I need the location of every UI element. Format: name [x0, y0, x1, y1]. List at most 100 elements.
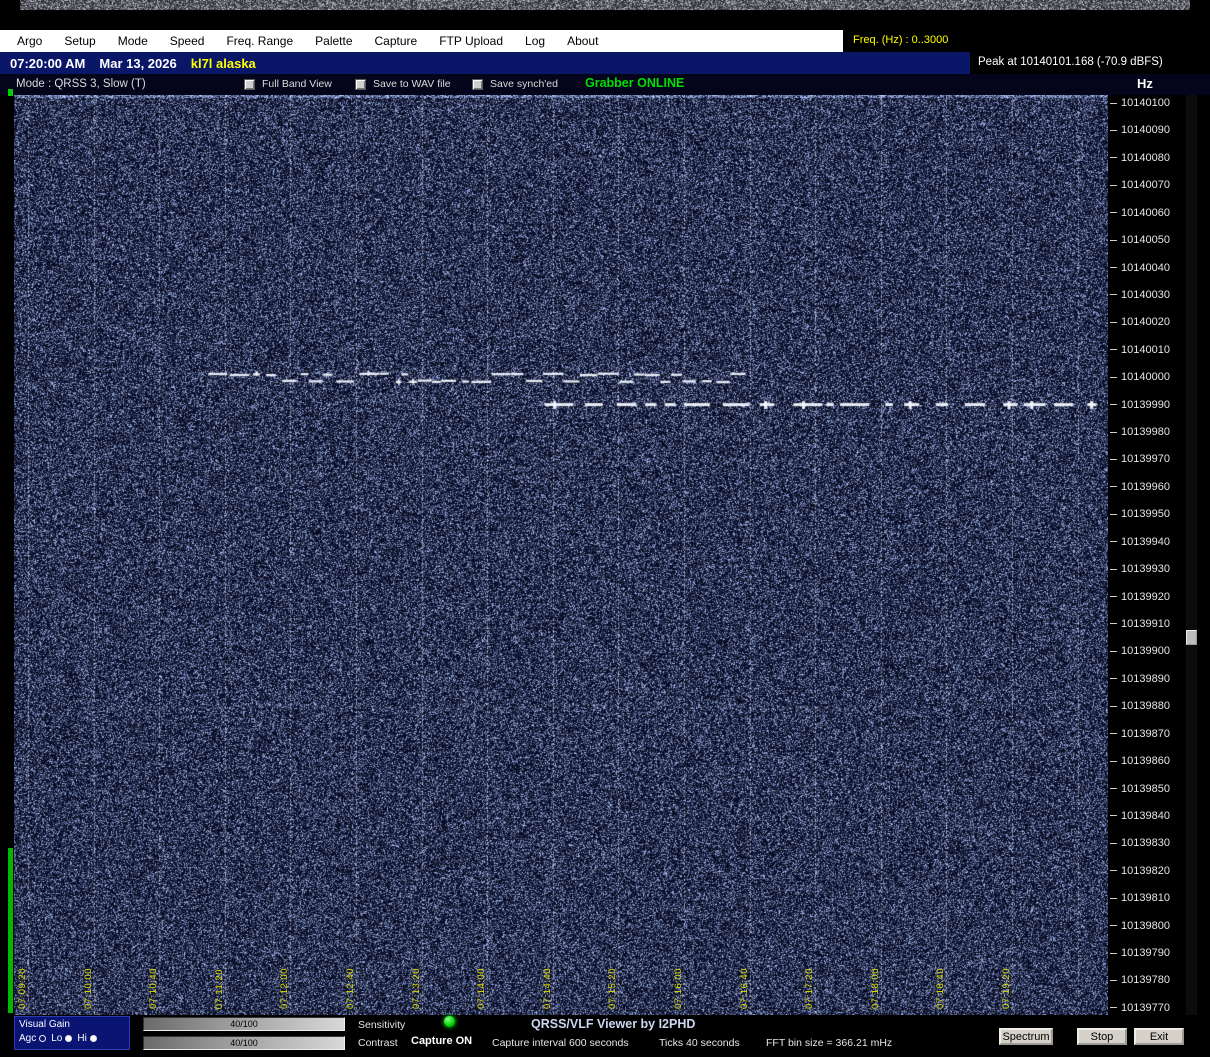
contrast-slider[interactable]: 40/100	[143, 1036, 345, 1050]
freq-tick-mark	[1110, 979, 1117, 981]
menu-speed[interactable]: Speed	[159, 34, 216, 48]
freq-label: 10139990	[1121, 398, 1170, 411]
stop-button[interactable]: Stop	[1077, 1028, 1127, 1045]
freq-tick-mark	[1110, 842, 1117, 844]
freq-tick-mark	[1110, 513, 1117, 515]
menu-setup[interactable]: Setup	[53, 34, 106, 48]
sensitivity-label: Sensitivity	[358, 1019, 406, 1031]
freq-label: 10140060	[1121, 206, 1170, 219]
save-wav-checkbox[interactable]: Save to WAV file	[355, 78, 451, 90]
freq-scale-row: 10139910	[1110, 618, 1170, 630]
agc-label: Agc	[19, 1033, 37, 1044]
freq-label: 10139810	[1121, 892, 1170, 905]
freq-tick-mark	[1110, 952, 1117, 954]
freq-label: 10140080	[1121, 151, 1170, 164]
lo-radio[interactable]: Lo	[51, 1033, 73, 1044]
freq-tick-mark	[1110, 431, 1117, 433]
freq-range-indicator: Freq. (Hz) : 0..3000	[853, 34, 949, 46]
freq-label: 10139900	[1121, 645, 1170, 658]
radio-icon[interactable]	[65, 1035, 73, 1042]
full-band-view-checkbox[interactable]: Full Band View	[244, 78, 332, 90]
freq-scale-row: 10139850	[1110, 783, 1170, 795]
freq-scale-row: 10139900	[1110, 645, 1170, 657]
freq-scale-row: 10139960	[1110, 481, 1170, 493]
menu-ftp-upload[interactable]: FTP Upload	[428, 34, 514, 48]
freq-tick-mark	[1110, 705, 1117, 707]
menu-argo[interactable]: Argo	[6, 34, 53, 48]
freq-label: 10140070	[1121, 179, 1170, 192]
contrast-label: Contrast	[358, 1037, 398, 1049]
menu-palette[interactable]: Palette	[304, 34, 363, 48]
menu-capture[interactable]: Capture	[364, 34, 429, 48]
checkbox-label: Save synch'ed	[490, 78, 558, 90]
grabber-status: Grabber ONLINE	[585, 76, 685, 90]
freq-tick-mark	[1110, 267, 1117, 269]
radio-icon[interactable]	[89, 1035, 97, 1042]
visual-gain-options: Agc Lo Hi	[19, 1033, 125, 1044]
freq-tick-mark	[1110, 212, 1117, 214]
freq-label: 10140040	[1121, 261, 1170, 274]
menu-mode[interactable]: Mode	[107, 34, 159, 48]
freq-label: 10139930	[1121, 563, 1170, 576]
freq-scale-row: 10140060	[1110, 207, 1170, 219]
freq-tick-mark	[1110, 897, 1117, 899]
freq-tick-mark	[1110, 650, 1117, 652]
freq-label: 10139840	[1121, 809, 1170, 822]
record-indicator	[8, 89, 13, 96]
peak-readout: Peak at 10140101.168 (-70.9 dBFS)	[978, 56, 1163, 68]
menu-log[interactable]: Log	[514, 34, 556, 48]
capture-led-icon	[444, 1016, 455, 1027]
callsign-label: kl7l alaska	[190, 55, 256, 71]
freq-tick-mark	[1110, 376, 1117, 378]
freq-tick-mark	[1110, 541, 1117, 543]
hi-radio[interactable]: Hi	[77, 1033, 97, 1044]
scrollbar-thumb[interactable]	[1186, 630, 1197, 645]
freq-tick-mark	[1110, 1007, 1117, 1009]
capture-interval-label: Capture interval 600 seconds	[492, 1037, 629, 1049]
spectrum-button[interactable]: Spectrum	[999, 1028, 1053, 1045]
freq-label: 10139880	[1121, 700, 1170, 713]
clock-date: Mar 13, 2026	[99, 55, 177, 71]
freq-scale-row: 10139940	[1110, 536, 1170, 548]
freq-tick-mark	[1110, 349, 1117, 351]
capture-status: Capture ON	[411, 1035, 473, 1047]
menu-about[interactable]: About	[556, 34, 609, 48]
freq-tick-mark	[1110, 184, 1117, 186]
radio-icon[interactable]	[39, 1035, 47, 1042]
checkbox-box[interactable]	[472, 78, 483, 90]
mode-label: Mode : QRSS 3, Slow (T)	[16, 78, 146, 90]
freq-label: 10139960	[1121, 480, 1170, 493]
status-bar: 07:20:00 AM Mar 13, 2026 kl7l alaska	[0, 52, 970, 74]
freq-scale-row: 10140030	[1110, 289, 1170, 301]
freq-label: 10139820	[1121, 864, 1170, 877]
sensitivity-slider[interactable]: 40/100	[143, 1017, 345, 1031]
exit-button[interactable]: Exit	[1134, 1028, 1184, 1045]
checkbox-box[interactable]	[244, 78, 255, 90]
freq-label: 10140050	[1121, 234, 1170, 247]
freq-label: 10139780	[1121, 974, 1170, 987]
frequency-scrollbar[interactable]	[1186, 95, 1197, 1015]
save-synched-checkbox[interactable]: Save synch'ed	[472, 78, 558, 90]
freq-tick-mark	[1110, 404, 1117, 406]
signal-level-meter	[8, 848, 13, 1013]
freq-label: 10139920	[1121, 590, 1170, 603]
agc-radio[interactable]: Agc	[19, 1033, 47, 1044]
freq-tick-mark	[1110, 568, 1117, 570]
freq-scale-row: 10139980	[1110, 426, 1170, 438]
freq-scale-row: 10139880	[1110, 700, 1170, 712]
freq-tick-mark	[1110, 157, 1117, 159]
freq-scale-row: 10139970	[1110, 453, 1170, 465]
freq-label: 10139940	[1121, 535, 1170, 548]
freq-label: 10139770	[1121, 1001, 1170, 1014]
freq-tick-mark	[1110, 870, 1117, 872]
freq-scale-row: 10139770	[1110, 1002, 1170, 1014]
freq-tick-mark	[1110, 788, 1117, 789]
hz-unit-label: Hz	[1137, 76, 1153, 91]
freq-label: 10140030	[1121, 288, 1170, 301]
freq-scale-row: 10139990	[1110, 399, 1170, 411]
freq-tick-mark	[1110, 596, 1117, 598]
freq-label: 10139910	[1121, 617, 1170, 630]
menu-freq-range[interactable]: Freq. Range	[215, 34, 304, 48]
checkbox-box[interactable]	[355, 78, 366, 90]
freq-scale-row: 10139950	[1110, 508, 1170, 520]
